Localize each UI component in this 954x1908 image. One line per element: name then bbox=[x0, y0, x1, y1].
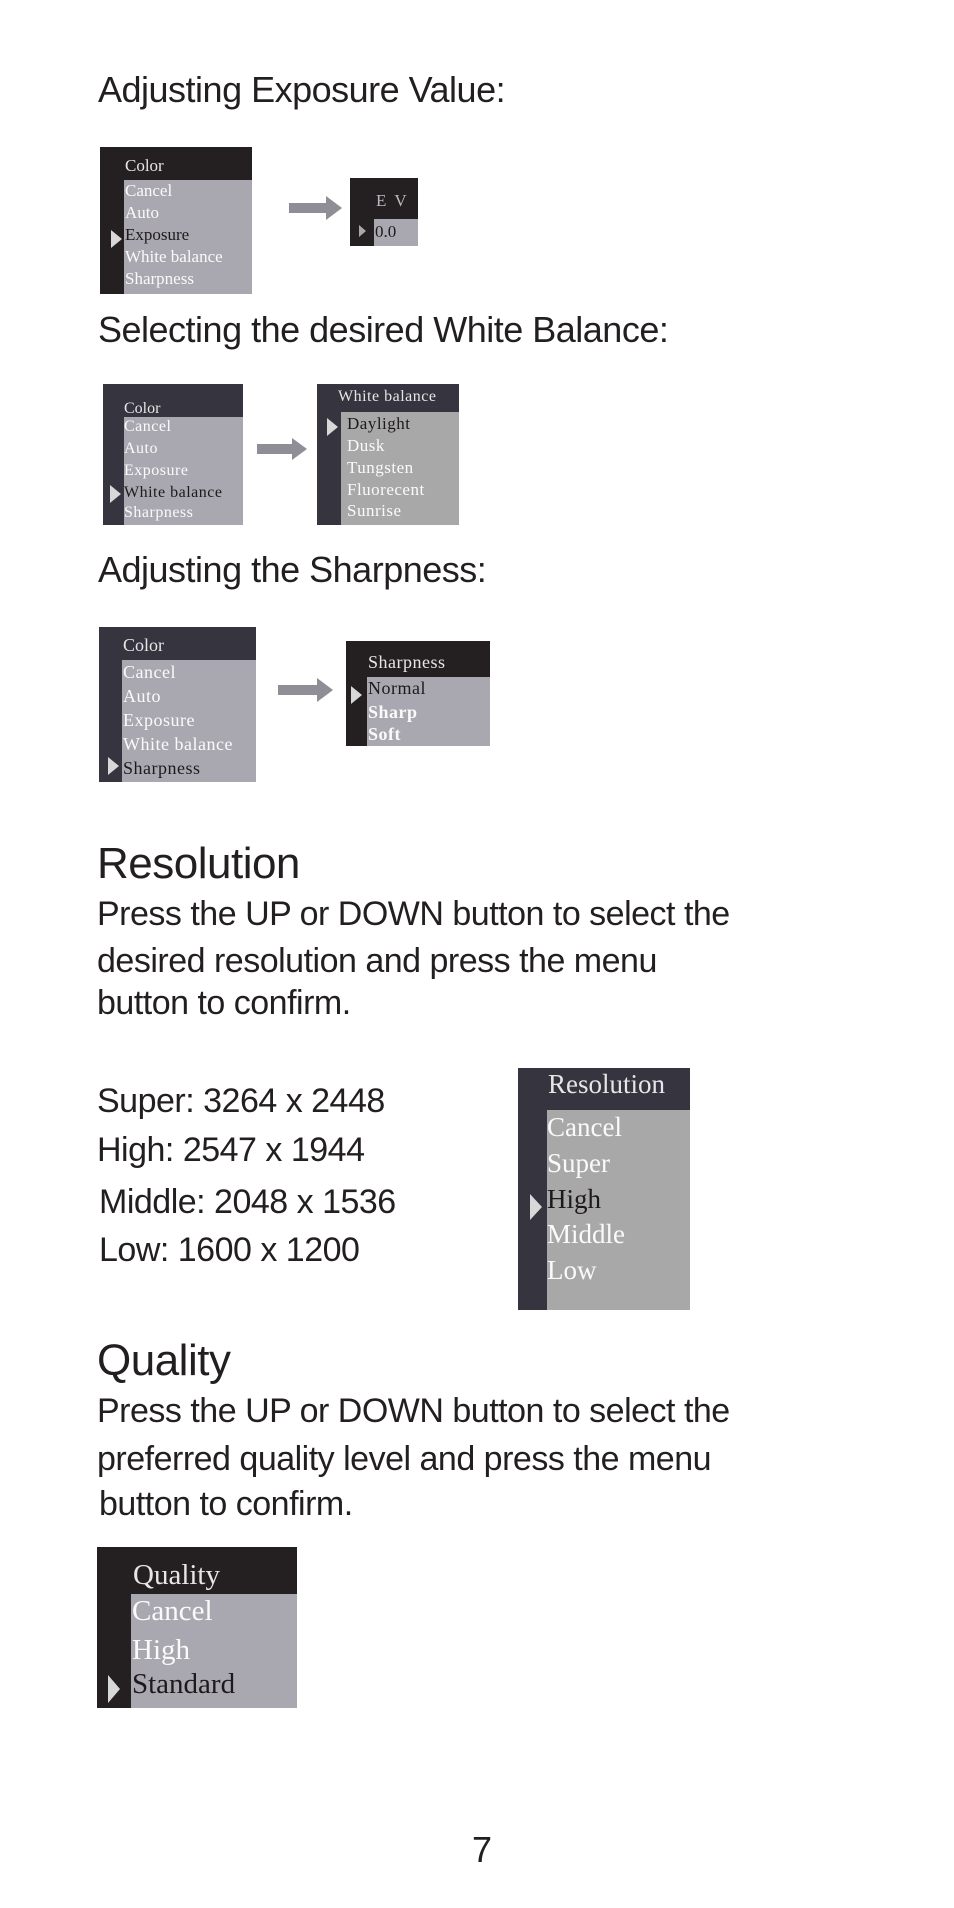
selection-pointer-icon bbox=[108, 1675, 120, 1703]
wb-item-sunrise[interactable]: Sunrise bbox=[347, 502, 402, 519]
menu-body: Normal Sharp Soft bbox=[367, 677, 490, 746]
selection-pointer-icon bbox=[327, 418, 338, 436]
wb-item-fluorecent[interactable]: Fluorecent bbox=[347, 481, 425, 498]
menu-item-exposure[interactable]: Exposure bbox=[123, 711, 195, 729]
wb-item-daylight[interactable]: Daylight bbox=[347, 415, 411, 432]
resolution-item-super[interactable]: Super bbox=[547, 1150, 610, 1177]
right-arrow-icon bbox=[278, 678, 333, 702]
selection-pointer-icon bbox=[111, 230, 122, 248]
sharpness-item-sharp[interactable]: Sharp bbox=[368, 703, 418, 721]
wb-color-menu: Color Cancel Auto Exposure White balance… bbox=[103, 384, 243, 525]
menu-title: Color bbox=[123, 635, 165, 655]
menu-title: Quality bbox=[133, 1559, 220, 1591]
sharpness-heading: Adjusting the Sharpness: bbox=[98, 549, 487, 590]
menu-item-white-balance[interactable]: White balance bbox=[123, 735, 233, 753]
quality-paragraph-line: preferred quality level and press the me… bbox=[97, 1440, 712, 1478]
resolution-heading: Resolution bbox=[97, 839, 300, 888]
white-balance-menu: White balance Daylight Dusk Tungsten Flu… bbox=[317, 384, 459, 525]
menu-title: E V bbox=[376, 191, 409, 210]
menu-item-auto[interactable]: Auto bbox=[123, 687, 161, 705]
menu-item-auto[interactable]: Auto bbox=[124, 441, 158, 457]
right-arrow-icon bbox=[257, 438, 307, 460]
menu-title: Sharpness bbox=[368, 652, 446, 672]
exposure-heading: Adjusting Exposure Value: bbox=[98, 69, 506, 110]
wb-item-tungsten[interactable]: Tungsten bbox=[347, 459, 414, 476]
menu-item-sharpness[interactable]: Sharpness bbox=[123, 759, 201, 777]
white-balance-heading: Selecting the desired White Balance: bbox=[98, 309, 669, 350]
selection-pointer-icon bbox=[359, 225, 366, 237]
quality-item-high[interactable]: High bbox=[132, 1636, 190, 1665]
menu-title: Color bbox=[125, 156, 164, 175]
menu-item-sharpness[interactable]: Sharpness bbox=[124, 505, 193, 521]
selection-pointer-icon bbox=[351, 686, 362, 704]
right-arrow-icon bbox=[289, 196, 342, 220]
menu-item-exposure[interactable]: Exposure bbox=[124, 463, 188, 479]
menu-item-white-balance[interactable]: White balance bbox=[125, 248, 223, 265]
sharpness-item-soft[interactable]: Soft bbox=[368, 725, 401, 743]
resolution-item-middle[interactable]: Middle bbox=[547, 1221, 625, 1248]
quality-item-cancel[interactable]: Cancel bbox=[132, 1597, 213, 1626]
ev-menu: E V 0.0 bbox=[350, 178, 418, 246]
quality-item-standard[interactable]: Standard bbox=[132, 1670, 235, 1699]
sharpness-color-menu: Color Cancel Auto Exposure White balance… bbox=[99, 627, 256, 782]
resolution-option-middle: Middle: 2048 x 1536 bbox=[99, 1183, 396, 1221]
resolution-item-high[interactable]: High bbox=[547, 1186, 601, 1213]
resolution-option-high: High: 2547 x 1944 bbox=[97, 1131, 365, 1169]
page-number: 7 bbox=[472, 1829, 493, 1870]
menu-item-auto[interactable]: Auto bbox=[125, 204, 159, 221]
resolution-paragraph-line: Press the UP or DOWN button to select th… bbox=[97, 895, 730, 933]
menu-item-sharpness[interactable]: Sharpness bbox=[125, 270, 194, 287]
wb-item-dusk[interactable]: Dusk bbox=[347, 437, 385, 454]
menu-title: Color bbox=[124, 400, 161, 417]
resolution-option-super: Super: 3264 x 2448 bbox=[97, 1082, 385, 1120]
menu-body: Cancel Auto Exposure White balance Sharp… bbox=[124, 417, 243, 525]
quality-paragraph-line: Press the UP or DOWN button to select th… bbox=[97, 1392, 730, 1430]
menu-item-exposure[interactable]: Exposure bbox=[125, 226, 189, 243]
menu-title: White balance bbox=[338, 388, 437, 405]
resolution-option-low: Low: 1600 x 1200 bbox=[99, 1231, 360, 1269]
menu-item-cancel[interactable]: Cancel bbox=[123, 663, 176, 681]
menu-body: Cancel Auto Exposure White balance Sharp… bbox=[122, 660, 256, 782]
ev-value[interactable]: 0.0 bbox=[375, 223, 396, 240]
menu-item-cancel[interactable]: Cancel bbox=[125, 182, 172, 199]
selection-pointer-icon bbox=[108, 757, 119, 775]
resolution-paragraph-line: desired resolution and press the menu bbox=[97, 942, 657, 980]
selection-pointer-icon bbox=[530, 1194, 542, 1220]
sharpness-item-normal[interactable]: Normal bbox=[368, 679, 426, 697]
menu-title: Resolution bbox=[548, 1069, 666, 1099]
selection-pointer-icon bbox=[110, 485, 121, 503]
menu-body: Daylight Dusk Tungsten Fluorecent Sunris… bbox=[341, 412, 459, 525]
menu-body: 0.0 bbox=[374, 219, 418, 246]
resolution-paragraph-line: button to confirm. bbox=[97, 984, 351, 1022]
resolution-item-low[interactable]: Low bbox=[547, 1257, 597, 1284]
quality-paragraph-line: button to confirm. bbox=[99, 1485, 353, 1523]
sharpness-menu: Sharpness Normal Sharp Soft bbox=[346, 641, 490, 746]
quality-menu: Quality Cancel High Standard bbox=[97, 1547, 297, 1708]
resolution-menu: Resolution Cancel Super High Middle Low bbox=[518, 1068, 690, 1310]
menu-item-cancel[interactable]: Cancel bbox=[124, 419, 171, 435]
resolution-item-cancel[interactable]: Cancel bbox=[547, 1114, 622, 1141]
quality-heading: Quality bbox=[97, 1336, 231, 1385]
exposure-color-menu: Color Cancel Auto Exposure White balance… bbox=[100, 147, 252, 294]
menu-body: Cancel Auto Exposure White balance Sharp… bbox=[124, 180, 252, 294]
menu-body: Cancel High Standard bbox=[131, 1594, 297, 1708]
menu-item-white-balance[interactable]: White balance bbox=[124, 485, 222, 501]
menu-body: Cancel Super High Middle Low bbox=[547, 1110, 690, 1310]
